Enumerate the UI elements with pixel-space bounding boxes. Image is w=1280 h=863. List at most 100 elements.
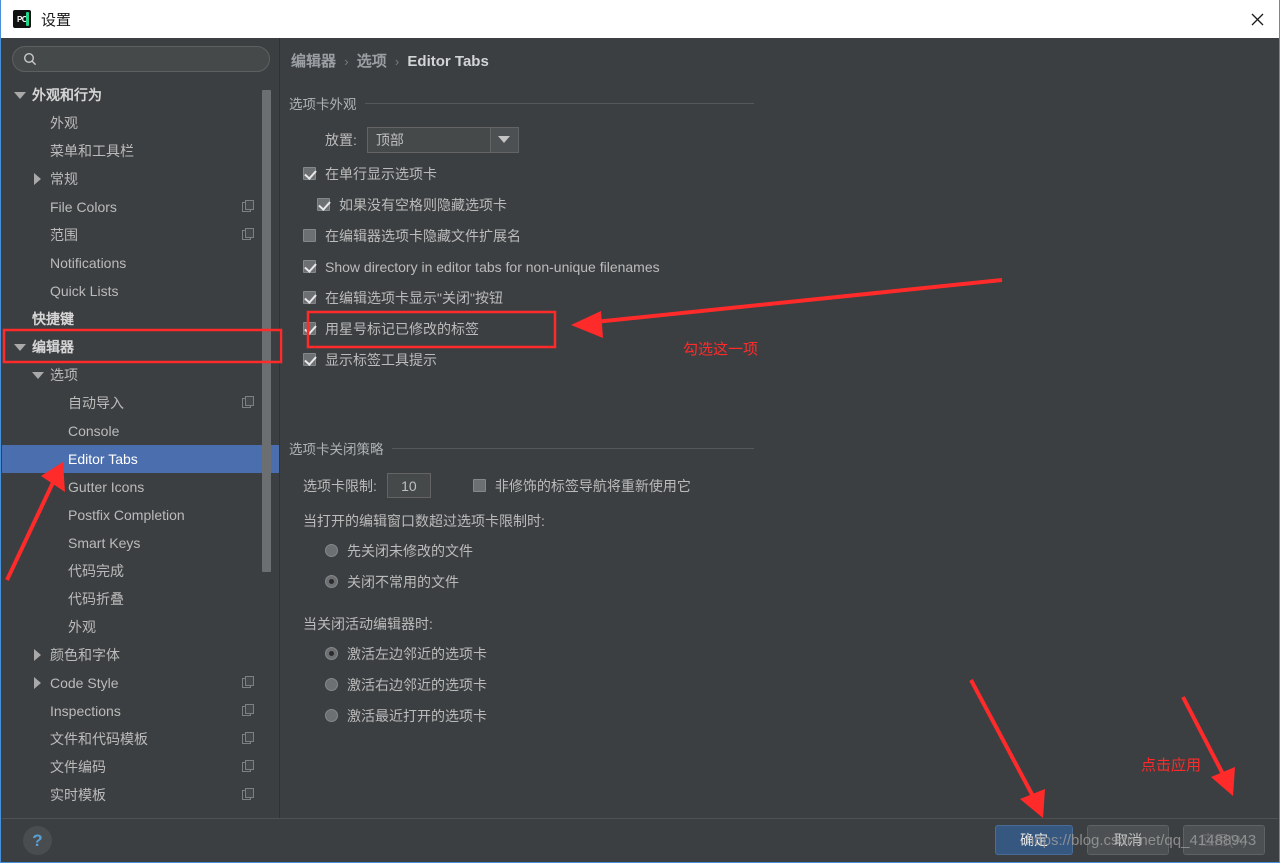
sidebar-item-1[interactable]: 外观	[2, 109, 279, 137]
checkbox-label: 用星号标记已修改的标签	[325, 320, 479, 337]
sidebar-item-25[interactable]: 实时模板	[2, 781, 279, 809]
sidebar-item-label: 颜色和字体	[50, 647, 120, 663]
reuse-not-pinned-checkbox[interactable]: 非修饰的标签导航将重新使用它	[472, 470, 691, 501]
checkbox-box[interactable]	[303, 291, 316, 304]
sidebar-scrollbar-track[interactable]	[262, 43, 275, 756]
sidebar-item-label: 代码折叠	[68, 591, 124, 607]
sidebar-item-20[interactable]: 颜色和字体	[2, 641, 279, 669]
sidebar-item-12[interactable]: Console	[2, 417, 279, 445]
over-limit-radio-0[interactable]: 先关闭未修改的文件	[325, 535, 754, 566]
sidebar-item-label: 文件编码	[50, 759, 106, 775]
on-close-label: 当关闭活动编辑器时:	[303, 616, 433, 632]
reuse-not-pinned-label: 非修饰的标签导航将重新使用它	[494, 477, 691, 494]
sidebar-item-24[interactable]: 文件编码	[2, 753, 279, 781]
appearance-checkbox-1[interactable]: 如果没有空格则隐藏选项卡	[289, 189, 754, 220]
sidebar-item-17[interactable]: 代码完成	[2, 557, 279, 585]
sidebar-item-label: Gutter Icons	[68, 479, 145, 495]
sidebar-item-7[interactable]: Quick Lists	[2, 277, 279, 305]
radio-button[interactable]	[325, 544, 338, 557]
sidebar-item-3[interactable]: 常规	[2, 165, 279, 193]
chevron-right-icon[interactable]	[32, 173, 44, 185]
on-close-radio-1[interactable]: 激活右边邻近的选项卡	[325, 669, 754, 700]
placement-row: 放置: 顶部	[289, 124, 754, 155]
chevron-right-icon[interactable]	[32, 649, 44, 661]
placement-value[interactable]: 顶部	[366, 126, 491, 153]
sidebar-item-0[interactable]: 外观和行为	[2, 81, 279, 109]
sidebar-item-11[interactable]: 自动导入	[2, 389, 279, 417]
sidebar-item-label: 编辑器	[32, 339, 74, 355]
watermark: https://blog.csdn.net/qq_41488943	[1026, 832, 1257, 849]
sidebar-item-18[interactable]: 代码折叠	[2, 585, 279, 613]
chevron-down-icon[interactable]	[32, 369, 44, 381]
settings-main-panel: 编辑器 › 选项 › Editor Tabs 选项卡外观 放置: 顶部 在单行显…	[281, 38, 1278, 819]
sidebar-item-label: Code Style	[50, 675, 119, 691]
help-button[interactable]: ?	[23, 826, 52, 855]
radio-label: 关闭不常用的文件	[347, 573, 459, 590]
sidebar-item-label: 菜单和工具栏	[50, 143, 134, 159]
chevron-down-icon[interactable]	[14, 89, 26, 101]
checkbox-label: Show directory in editor tabs for non-un…	[325, 258, 660, 275]
sidebar-item-2[interactable]: 菜单和工具栏	[2, 137, 279, 165]
checkbox-box[interactable]	[303, 229, 316, 242]
sidebar-item-label: 外观	[50, 115, 78, 131]
sidebar-item-22[interactable]: Inspections	[2, 697, 279, 725]
chevron-down-icon[interactable]	[14, 341, 26, 353]
pycharm-icon: PC	[13, 10, 31, 28]
search-box[interactable]	[12, 46, 270, 72]
radio-button[interactable]	[325, 647, 338, 660]
sidebar-item-23[interactable]: 文件和代码模板	[2, 725, 279, 753]
breadcrumb-separator-1: ›	[344, 54, 349, 69]
checkbox-box[interactable]	[303, 260, 316, 273]
sidebar-item-4[interactable]: File Colors	[2, 193, 279, 221]
appearance-checkbox-3[interactable]: Show directory in editor tabs for non-un…	[289, 251, 754, 282]
sidebar-item-16[interactable]: Smart Keys	[2, 529, 279, 557]
checkbox-box[interactable]	[303, 322, 316, 335]
checkbox-box[interactable]	[472, 479, 486, 492]
copy-icon	[242, 732, 254, 744]
close-icon[interactable]	[1233, 0, 1279, 38]
sidebar-item-8[interactable]: 快捷键	[2, 305, 279, 333]
radio-button[interactable]	[325, 678, 338, 691]
sidebar-scrollbar-thumb[interactable]	[262, 90, 271, 572]
appearance-checkbox-2[interactable]: 在编辑器选项卡隐藏文件扩展名	[289, 220, 754, 251]
search-input[interactable]	[43, 51, 259, 67]
over-limit-label: 当打开的编辑窗口数超过选项卡限制时:	[303, 513, 545, 529]
sidebar-item-label: Editor Tabs	[68, 451, 138, 467]
checkbox-box[interactable]	[303, 353, 316, 366]
sidebar-item-19[interactable]: 外观	[2, 613, 279, 641]
chevron-down-icon[interactable]	[490, 126, 519, 153]
chevron-right-icon[interactable]	[32, 677, 44, 689]
sidebar-item-5[interactable]: 范围	[2, 221, 279, 249]
sidebar-item-6[interactable]: Notifications	[2, 249, 279, 277]
on-close-radio-group: 激活左边邻近的选项卡 激活右边邻近的选项卡 激活最近打开的选项卡	[289, 638, 754, 731]
over-limit-radio-1[interactable]: 关闭不常用的文件	[325, 566, 754, 597]
breadcrumb-part-1: 编辑器	[291, 53, 337, 70]
checkbox-box[interactable]	[317, 198, 330, 211]
checkbox-box[interactable]	[303, 167, 316, 180]
appearance-checkbox-0[interactable]: 在单行显示选项卡	[289, 158, 754, 189]
on-close-radio-0[interactable]: 激活左边邻近的选项卡	[325, 638, 754, 669]
radio-button[interactable]	[325, 709, 338, 722]
copy-icon	[242, 200, 254, 212]
sidebar-item-14[interactable]: Gutter Icons	[2, 473, 279, 501]
sidebar-item-13[interactable]: Editor Tabs	[2, 445, 279, 473]
copy-icon	[242, 788, 254, 800]
placement-combobox[interactable]: 顶部	[366, 126, 519, 153]
sidebar-item-10[interactable]: 选项	[2, 361, 279, 389]
appearance-checkbox-4[interactable]: 在编辑选项卡显示"关闭"按钮	[289, 282, 754, 313]
search-container	[2, 38, 279, 72]
sidebar-item-9[interactable]: 编辑器	[2, 333, 279, 361]
on-close-radio-2[interactable]: 激活最近打开的选项卡	[325, 700, 754, 731]
radio-button[interactable]	[325, 575, 338, 588]
sidebar-item-15[interactable]: Postfix Completion	[2, 501, 279, 529]
tab-limit-input[interactable]: 10	[386, 473, 431, 498]
sidebar-item-21[interactable]: Code Style	[2, 669, 279, 697]
